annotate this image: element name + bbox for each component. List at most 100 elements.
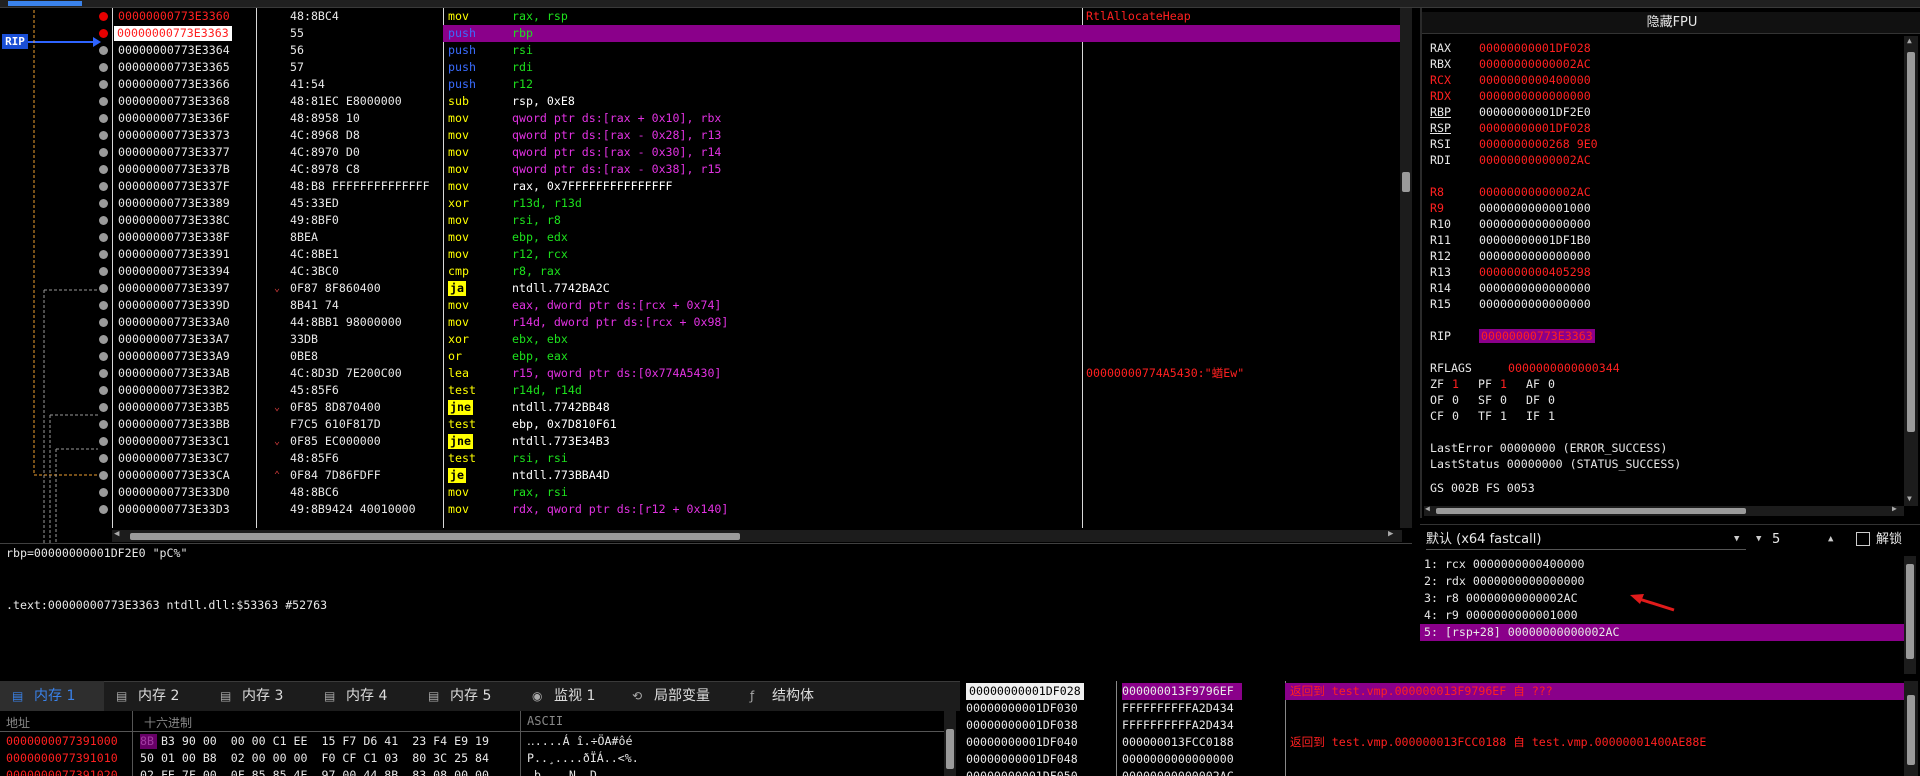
breakpoint-dot[interactable] — [99, 80, 108, 89]
breakpoint-dot[interactable] — [99, 250, 108, 259]
tab-5[interactable]: ▤ 内存 5 — [416, 681, 520, 711]
breakpoint-dot[interactable] — [99, 97, 108, 106]
register-value[interactable]: 0000000000268 9E0 — [1479, 137, 1598, 151]
register-value[interactable]: 0000000000400000 — [1479, 73, 1591, 87]
tab-7[interactable]: ⟲ 局部变量 — [620, 681, 738, 711]
unlock-checkbox[interactable] — [1856, 532, 1870, 546]
breakpoint-dot[interactable] — [99, 488, 108, 497]
disasm-row[interactable]: 00000000773E3397 ⌄ 0F87 8F860400 ja ntdll.77… — [0, 280, 1400, 297]
stack-row[interactable]: 00000000001DF038 FFFFFFFFFFA2D434 — [962, 717, 1904, 734]
disasm-row[interactable]: 00000000773E3394 4C:3BC0 cmp r8, rax — [0, 263, 1400, 280]
disasm-row[interactable]: 00000000773E33B5 ⌄ 0F85 8D870400 jne ntdll.7… — [0, 399, 1400, 416]
disasm-row[interactable]: 00000000773E3368 48:81EC E8000000 sub rsp, … — [0, 93, 1400, 110]
disasm-row[interactable]: 00000000773E3389 45:33ED xor r13d, r13d — [0, 195, 1400, 212]
dump-row[interactable]: 0000000077391010 50 01 00 B8 02 00 00 00 … — [0, 750, 945, 767]
register-value[interactable]: 00000000001DF1B0 — [1479, 233, 1591, 247]
disasm-vscroll[interactable] — [1400, 8, 1412, 528]
breakpoint-dot[interactable] — [99, 420, 108, 429]
breakpoint-dot[interactable] — [99, 352, 108, 361]
flag-value[interactable]: 1 — [1452, 377, 1459, 391]
args-vscroll-thumb[interactable] — [1906, 564, 1914, 659]
argument-row[interactable]: 1: rcx 0000000000400000 — [1420, 556, 1904, 573]
register-value[interactable]: 0000000000000000 — [1479, 217, 1591, 231]
register-value[interactable]: 0000000000000000 — [1479, 89, 1591, 103]
dump-vscroll-thumb[interactable] — [946, 729, 954, 769]
disasm-row[interactable]: 00000000773E3373 4C:8968 D8 mov qword ptr d… — [0, 127, 1400, 144]
register-value[interactable]: 0000000000001000 — [1479, 201, 1591, 215]
dump-row[interactable]: 0000000077391020 02 FE 7F 00 0F 85 85 4E … — [0, 767, 945, 776]
disasm-row[interactable]: 00000000773E33A9 0BE8 or ebp, eax — [0, 348, 1400, 365]
disasm-row[interactable]: 00000000773E338F 8BEA mov ebp, edx — [0, 229, 1400, 246]
tab-1[interactable]: ▤ 内存 1 — [0, 681, 104, 711]
rflags-value[interactable]: 0000000000000344 — [1508, 361, 1620, 375]
register-value[interactable]: 00000000000002AC — [1479, 153, 1591, 167]
register-value[interactable]: 0000000000000000 — [1479, 281, 1591, 295]
disasm-row[interactable]: 00000000773E33CA ⌃ 0F84 7D86FDFF je ntdll.77… — [0, 467, 1400, 484]
disassembly-panel[interactable]: RIP 00000000773E3360 48:8BC4 mov rax, rsp Rt… — [0, 8, 1412, 548]
disasm-row[interactable]: 00000000773E3360 48:8BC4 mov rax, rsp RtlAll… — [0, 8, 1400, 25]
flag-value[interactable]: 1 — [1500, 409, 1507, 423]
stack-row[interactable]: 00000000001DF028 000000013F9796EF 返回到 test… — [962, 683, 1904, 700]
breakpoint-dot[interactable] — [99, 199, 108, 208]
breakpoint-dot[interactable] — [99, 335, 108, 344]
breakpoint-dot[interactable] — [99, 267, 108, 276]
breakpoint-dot[interactable] — [99, 403, 108, 412]
tab-3[interactable]: ▤ 内存 3 — [208, 681, 312, 711]
breakpoint-dot[interactable] — [99, 454, 108, 463]
breakpoint-dot[interactable] — [99, 12, 108, 21]
disasm-row[interactable]: 00000000773E336F 48:8958 10 mov qword ptr d… — [0, 110, 1400, 127]
breakpoint-dot[interactable] — [99, 148, 108, 157]
flag-value[interactable]: 0 — [1452, 409, 1459, 423]
breakpoint-dot[interactable] — [99, 386, 108, 395]
callconv-select[interactable]: 默认 (x64 fastcall) — [1426, 530, 1746, 550]
disasm-row[interactable]: 00000000773E337F 48:B8 FFFFFFFFFFFFFF mov r… — [0, 178, 1400, 195]
arg-count-spinbox[interactable]: 5 — [1772, 530, 1827, 550]
regs-scroll-down-icon[interactable]: ▼ — [1907, 494, 1912, 503]
flag-value[interactable]: 0 — [1452, 393, 1459, 407]
disasm-vscroll-thumb[interactable] — [1402, 172, 1410, 192]
register-value[interactable]: 0000000000000000 — [1479, 297, 1591, 311]
hscroll-right-icon[interactable]: ▶ — [1388, 529, 1393, 539]
breakpoint-dot[interactable] — [99, 505, 108, 514]
disasm-row[interactable]: 00000000773E3363 55 push rbp — [99, 25, 1400, 42]
disasm-row[interactable]: 00000000773E3391 4C:8BE1 mov r12, rcx — [0, 246, 1400, 263]
disasm-row[interactable]: 00000000773E339D 8B41 74 mov eax, dword ptr… — [0, 297, 1400, 314]
disasm-row[interactable]: 00000000773E3377 4C:8970 D0 mov qword ptr d… — [0, 144, 1400, 161]
flag-value[interactable]: 1 — [1548, 409, 1555, 423]
flag-value[interactable]: 1 — [1500, 377, 1507, 391]
breakpoint-dot[interactable] — [99, 301, 108, 310]
register-value[interactable]: 00000000001DF2E0 — [1479, 105, 1591, 119]
breakpoint-dot[interactable] — [99, 318, 108, 327]
breakpoint-dot[interactable] — [99, 182, 108, 191]
disasm-row[interactable]: 00000000773E33A7 33DB xor ebx, ebx — [0, 331, 1400, 348]
stack-row[interactable]: 00000000001DF040 000000013FCC0188 返回到 test… — [962, 734, 1904, 751]
tab-2[interactable]: ▤ 内存 2 — [104, 681, 208, 711]
breakpoint-dot[interactable] — [99, 131, 108, 140]
stack-vscroll-thumb[interactable] — [1907, 695, 1915, 765]
flag-value[interactable]: 0 — [1548, 393, 1555, 407]
tab-8[interactable]: ƒ 结构体 — [738, 681, 830, 711]
rip-value[interactable]: 00000000773E3363 — [1479, 329, 1595, 343]
disasm-row[interactable]: 00000000773E33D0 48:8BC6 mov rax, rsi — [0, 484, 1400, 501]
disasm-row[interactable]: 00000000773E33C7 48:85F6 test rsi, rsi — [0, 450, 1400, 467]
register-value[interactable]: 0000000000405298 — [1479, 265, 1591, 279]
breakpoint-dot[interactable] — [99, 284, 108, 293]
flag-value[interactable]: 0 — [1548, 377, 1555, 391]
arg-count-down-icon[interactable]: ▼ — [1756, 534, 1761, 544]
register-value[interactable]: 00000000001DF028 — [1479, 41, 1591, 55]
tab-4[interactable]: ▤ 内存 4 — [312, 681, 416, 711]
disasm-row[interactable]: 00000000773E338C 49:8BF0 mov rsi, r8 — [0, 212, 1400, 229]
argument-row[interactable]: 5: [rsp+28] 00000000000002AC — [1420, 624, 1904, 641]
disasm-row[interactable]: 00000000773E3366 41:54 push r12 — [0, 76, 1400, 93]
disasm-row[interactable]: 00000000773E33C1 ⌄ 0F85 EC000000 jne ntdll.7… — [0, 433, 1400, 450]
disasm-row[interactable]: 00000000773E33BB F7C5 610F817D test ebp, 0x… — [0, 416, 1400, 433]
regs-hscroll-thumb[interactable] — [1436, 508, 1746, 514]
stack-row[interactable]: 00000000001DF050 00000000000002AC — [962, 768, 1904, 776]
regs-scroll-left-icon[interactable]: ◀ — [1425, 504, 1430, 513]
register-value[interactable]: 00000000001DF028 — [1479, 121, 1591, 135]
argument-row[interactable]: 2: rdx 0000000000000000 — [1420, 573, 1904, 590]
tab-6[interactable]: ◉ 监视 1 — [520, 681, 620, 711]
breakpoint-dot[interactable] — [99, 369, 108, 378]
disasm-row[interactable]: 00000000773E33B2 45:85F6 test r14d, r14d — [0, 382, 1400, 399]
breakpoint-dot[interactable] — [99, 46, 108, 55]
